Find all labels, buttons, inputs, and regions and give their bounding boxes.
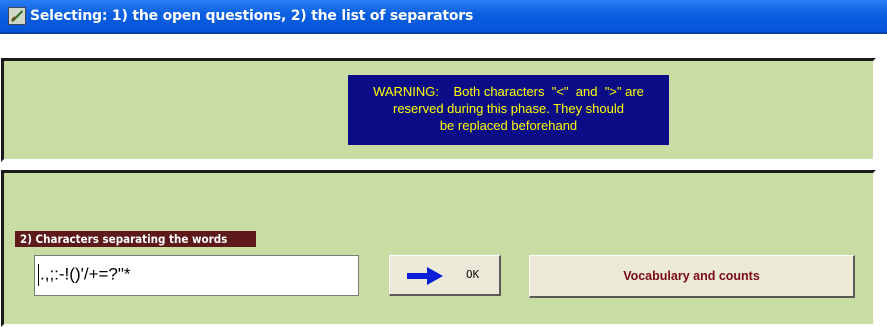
text-caret bbox=[38, 264, 39, 286]
warning-line-2: reserved during this phase. They should bbox=[392, 101, 624, 116]
warning-line-3: be replaced beforehand bbox=[439, 118, 578, 133]
right-arrow-icon bbox=[407, 267, 443, 285]
separators-panel bbox=[1, 170, 876, 327]
ok-button[interactable]: OK bbox=[389, 255, 501, 296]
warning-line-1: WARNING: Both characters "<" and ">" are bbox=[373, 84, 644, 99]
title-bar[interactable]: Selecting: 1) the open questions, 2) the… bbox=[0, 0, 887, 34]
separators-input[interactable]: .,;:-!()'/+=?"* bbox=[34, 255, 359, 296]
window-title: Selecting: 1) the open questions, 2) the… bbox=[30, 8, 474, 24]
separators-label: 2) Characters separating the words bbox=[15, 231, 256, 247]
separators-value: .,;:-!()'/+=?"* bbox=[40, 264, 131, 284]
app-icon bbox=[8, 7, 26, 25]
ok-label: OK bbox=[466, 268, 480, 281]
vocabulary-and-counts-button[interactable]: Vocabulary and counts bbox=[529, 255, 855, 298]
warning-box: WARNING: Both characters "<" and ">" are… bbox=[348, 75, 669, 145]
